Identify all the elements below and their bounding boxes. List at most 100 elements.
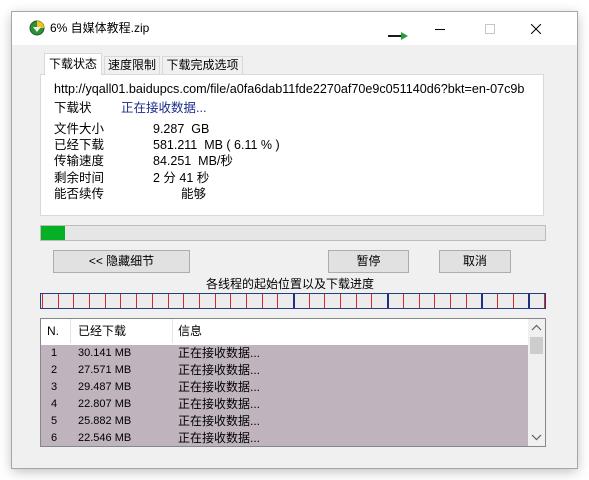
scrollbar-thumb[interactable] [530, 337, 543, 354]
thread-start-marker [168, 294, 169, 308]
thread-progress-marker [528, 294, 530, 308]
thread-start-marker [497, 294, 498, 308]
table-row[interactable]: 5 25.882 MB 正在接收数据... [41, 413, 528, 430]
download-progress-bar [40, 225, 546, 241]
connections-list[interactable]: N. 已经下载 信息 1 30.141 MB 正在接收数据... 2 27.57… [40, 318, 546, 447]
row-info: 正在接收数据... [178, 346, 261, 360]
column-divider[interactable] [172, 319, 173, 343]
row-number: 5 [51, 415, 58, 427]
row-downloaded: 25.882 MB [78, 415, 132, 427]
transfer-rate-label: 传输速度 [54, 154, 105, 168]
row-number: 6 [51, 432, 58, 444]
table-row[interactable]: 2 27.571 MB 正在接收数据... [41, 362, 528, 379]
close-button[interactable] [513, 12, 559, 45]
row-number: 3 [51, 381, 58, 393]
thread-start-marker [371, 294, 372, 308]
row-downloaded: 27.571 MB [78, 364, 132, 376]
thread-progress-marker [387, 294, 389, 308]
table-row[interactable]: 4 22.807 MB 正在接收数据... [41, 396, 528, 413]
row-number: 2 [51, 364, 58, 376]
file-size-value: 9.287 GB [153, 122, 210, 136]
minimize-button[interactable] [417, 12, 463, 45]
pause-button[interactable]: 暂停 [328, 250, 409, 273]
table-row[interactable]: 3 29.487 MB 正在接收数据... [41, 379, 528, 396]
downloaded-value: 581.211 MB ( 6.11 % ) [153, 138, 280, 152]
thread-progress-marker [293, 294, 295, 308]
send-to-tray-arrow-icon[interactable] [388, 32, 410, 40]
screen: 6% 自媒体教程.zip 下载状态 速度限制 下载完成选项 http://yqa… [0, 0, 589, 480]
cancel-button[interactable]: 取消 [439, 250, 511, 273]
thread-progress-marker [481, 294, 483, 308]
thread-start-marker [434, 294, 435, 308]
scroll-down-button[interactable] [528, 429, 545, 446]
state-label: 下载状 [54, 101, 92, 115]
row-number: 1 [51, 347, 58, 359]
table-row[interactable]: 1 30.141 MB 正在接收数据... [41, 345, 528, 362]
status-panel: http://yqall01.baidupcs.com/file/a0fa6da… [40, 74, 544, 216]
thread-start-marker [403, 294, 404, 308]
title-bar[interactable]: 6% 自媒体教程.zip [12, 12, 577, 45]
download-url: http://yqall01.baidupcs.com/file/a0fa6da… [54, 82, 525, 96]
thread-start-marker [136, 294, 137, 308]
row-downloaded: 22.546 MB [78, 432, 132, 444]
thread-start-marker [42, 294, 43, 308]
time-left-value: 2 分 41 秒 [153, 171, 210, 185]
row-info: 正在接收数据... [178, 431, 261, 445]
thread-start-marker [230, 294, 231, 308]
column-divider[interactable] [70, 319, 71, 343]
thread-start-marker [183, 294, 184, 308]
row-number: 4 [51, 398, 58, 410]
thread-start-marker [356, 294, 357, 308]
tab-download-status[interactable]: 下载状态 [44, 53, 102, 75]
thread-start-marker [544, 294, 545, 308]
thread-start-marker [58, 294, 59, 308]
window-title: 6% 自媒体教程.zip [50, 21, 150, 35]
row-info: 正在接收数据... [178, 397, 261, 411]
thread-start-marker [152, 294, 153, 308]
chevron-up-icon [531, 324, 542, 331]
time-left-label: 剩余时间 [54, 171, 105, 185]
resume-capability-label: 能否续传 [54, 187, 105, 201]
thread-start-marker [450, 294, 451, 308]
thread-start-marker [340, 294, 341, 308]
thread-start-marker [466, 294, 467, 308]
thread-progress-bar [40, 293, 546, 309]
tab-speed-limit[interactable]: 速度限制 [104, 56, 160, 74]
state-value: 正在接收数据... [121, 101, 207, 115]
maximize-button [467, 12, 513, 45]
resume-capability-value: 能够 [181, 187, 207, 201]
thread-start-marker [262, 294, 263, 308]
column-header-info[interactable]: 信息 [178, 319, 202, 343]
thread-start-marker [199, 294, 200, 308]
threads-caption: 各线程的起始位置以及下载进度 [205, 277, 374, 291]
chevron-down-icon [531, 434, 542, 441]
transfer-rate-value: 84.251 MB/秒 [153, 154, 233, 168]
thread-start-marker [309, 294, 310, 308]
thread-start-marker [277, 294, 278, 308]
thread-start-marker [513, 294, 514, 308]
list-header: N. 已经下载 信息 [41, 319, 528, 343]
minimize-icon [435, 29, 445, 30]
column-header-downloaded[interactable]: 已经下载 [78, 319, 126, 343]
row-downloaded: 22.807 MB [78, 398, 132, 410]
download-progress-window: 6% 自媒体教程.zip 下载状态 速度限制 下载完成选项 http://yqa… [12, 12, 577, 468]
row-downloaded: 29.487 MB [78, 381, 132, 393]
thread-start-marker [215, 294, 216, 308]
table-row[interactable]: 6 22.546 MB 正在接收数据... [41, 430, 528, 446]
scroll-up-button[interactable] [528, 319, 545, 336]
thread-start-marker [120, 294, 121, 308]
row-info: 正在接收数据... [178, 363, 261, 377]
row-info: 正在接收数据... [178, 380, 261, 394]
idm-app-icon[interactable] [29, 20, 45, 36]
file-size-label: 文件大小 [54, 122, 105, 136]
row-downloaded: 30.141 MB [78, 347, 132, 359]
progress-fill [41, 226, 65, 240]
thread-start-marker [419, 294, 420, 308]
maximize-icon [485, 24, 495, 34]
hide-details-button[interactable]: << 隐藏细节 [53, 250, 190, 273]
thread-start-marker [73, 294, 74, 308]
column-header-number[interactable]: N. [47, 319, 59, 343]
thread-start-marker [89, 294, 90, 308]
vertical-scrollbar[interactable] [528, 319, 545, 446]
tab-completion-options[interactable]: 下载完成选项 [162, 56, 243, 74]
